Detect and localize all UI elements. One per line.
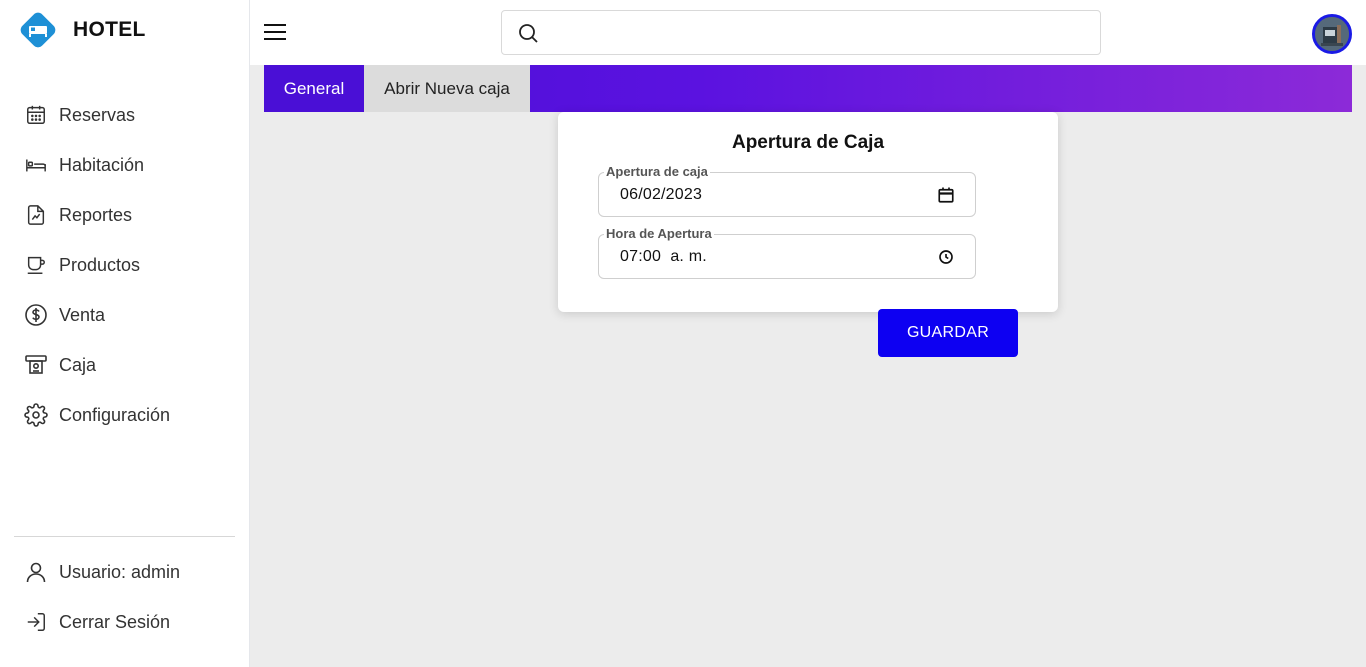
avatar[interactable]: [1312, 14, 1352, 54]
guardar-button[interactable]: GUARDAR: [878, 309, 1018, 357]
search-icon[interactable]: [516, 21, 540, 45]
sidebar-item-label: Reportes: [59, 204, 133, 225]
sidebar-item-label: Usuario: admin: [59, 561, 181, 582]
sidebar-item-cerrar-sesion[interactable]: Cerrar Sesión: [0, 597, 249, 647]
apertura-caja-card: Apertura de Caja Apertura de caja 06/02/…: [558, 112, 1058, 312]
form-title: Apertura de Caja: [731, 132, 885, 153]
report-icon: [24, 203, 48, 227]
apertura-date-field[interactable]: Apertura de caja 06/02/2023: [598, 165, 976, 217]
sidebar-bottom-nav: Usuario: admin Cerrar Sesión: [0, 547, 249, 647]
bed-icon: [24, 153, 48, 177]
cash-register-icon: [24, 353, 48, 377]
sidebar-item-usuario[interactable]: Usuario: admin: [0, 547, 249, 597]
user-icon: [24, 560, 48, 584]
sidebar-item-reportes[interactable]: Reportes: [0, 190, 249, 240]
sidebar-divider: [14, 536, 235, 537]
search-input[interactable]: [540, 11, 1100, 54]
sidebar-item-reservas[interactable]: Reservas: [0, 90, 249, 140]
sidebar: HOTEL Reservas Habitación Reportes Produ…: [0, 0, 250, 667]
sidebar-item-label: Reservas: [59, 104, 136, 125]
sidebar-item-label: Cerrar Sesión: [59, 611, 171, 632]
gear-icon: [24, 403, 48, 427]
date-value[interactable]: 06/02/2023: [620, 186, 702, 204]
brand-title: HOTEL: [73, 18, 146, 41]
sidebar-item-venta[interactable]: Venta: [0, 290, 249, 340]
tab-general[interactable]: General: [264, 65, 364, 112]
sidebar-item-label: Configuración: [59, 404, 171, 425]
sidebar-item-productos[interactable]: Productos: [0, 240, 249, 290]
tab-bar: General Abrir Nueva caja: [264, 65, 1352, 112]
sidebar-nav: Reservas Habitación Reportes Productos V…: [0, 90, 249, 440]
sidebar-item-label: Productos: [59, 254, 141, 275]
top-header: [250, 0, 1366, 65]
hora-apertura-field[interactable]: Hora de Apertura 07:00 a. m.: [598, 227, 976, 279]
calendar-picker-icon[interactable]: [937, 186, 955, 204]
sidebar-item-configuracion[interactable]: Configuración: [0, 390, 249, 440]
sidebar-item-caja[interactable]: Caja: [0, 340, 249, 390]
field-label: Apertura de caja: [604, 164, 710, 179]
sidebar-item-label: Venta: [59, 304, 106, 325]
dollar-icon: [24, 303, 48, 327]
hamburger-menu-icon[interactable]: [264, 20, 290, 44]
clock-icon[interactable]: [937, 248, 955, 266]
sidebar-item-label: Habitación: [59, 154, 145, 175]
time-value[interactable]: 07:00 a. m.: [620, 248, 707, 266]
calendar-icon: [24, 103, 48, 127]
hotel-logo-icon: [18, 10, 58, 50]
tab-abrir-nueva-caja[interactable]: Abrir Nueva caja: [364, 65, 530, 112]
logout-icon: [24, 610, 48, 634]
field-label: Hora de Apertura: [604, 226, 714, 241]
cup-icon: [24, 253, 48, 277]
sidebar-item-label: Caja: [59, 354, 97, 375]
search-bar: [501, 10, 1101, 55]
brand[interactable]: HOTEL: [18, 10, 146, 50]
sidebar-item-habitacion[interactable]: Habitación: [0, 140, 249, 190]
